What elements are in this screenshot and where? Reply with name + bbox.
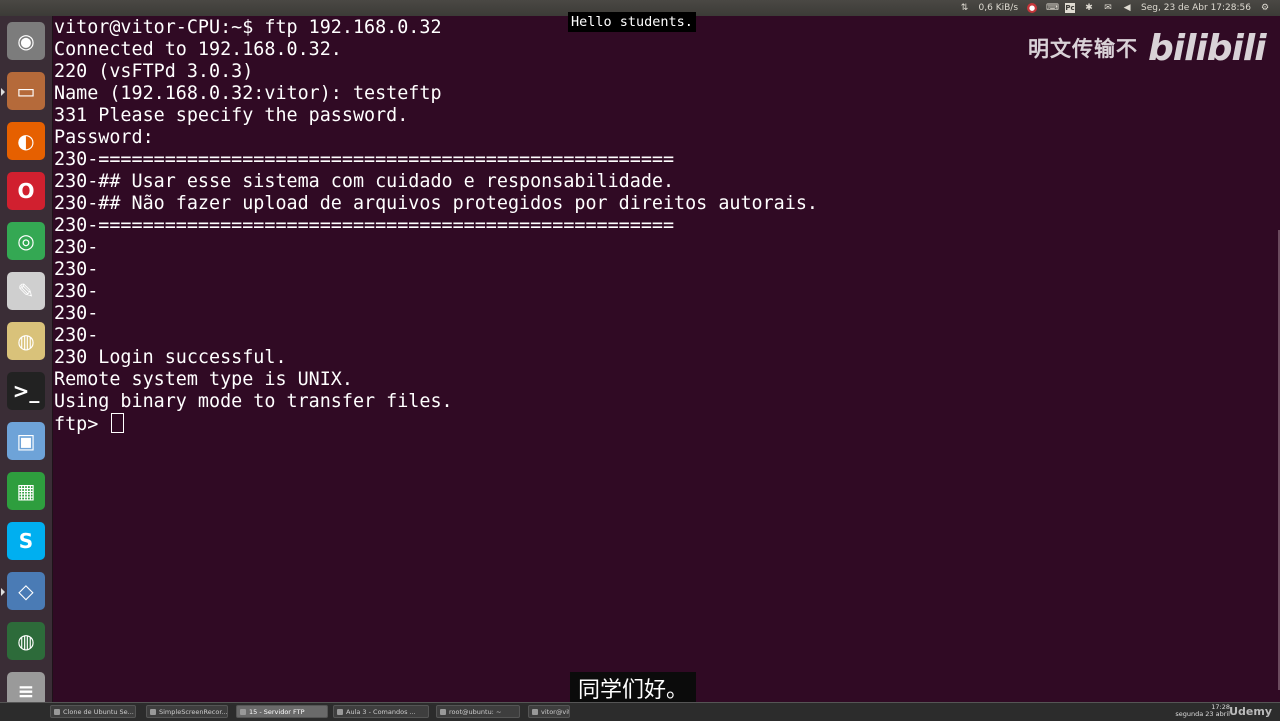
terminal-line: 230 Login successful. [54, 347, 287, 368]
volume-icon[interactable]: ◀ [1122, 3, 1132, 13]
taskbar-window-button[interactable]: 15 - Servidor FTP [236, 705, 328, 718]
launcher: ◉ ▭ ◐ O ◎ ✎ ◍ >_ ▣ ▦ S ◇ ◍ ≡ [0, 16, 53, 710]
ftp-prompt: ftp> [54, 414, 110, 435]
subtitle-english: Hello students. [568, 12, 696, 32]
text-editor-icon[interactable]: ✎ [5, 270, 47, 312]
terminal-icon[interactable]: >_ [5, 370, 47, 412]
terminal-line: 230- [54, 237, 99, 258]
clock[interactable]: Seg, 23 de Abr 17:28:56 [1141, 0, 1251, 16]
terminal-line: 230-## Não fazer upload de arquivos prot… [54, 193, 818, 214]
running-indicator [1, 88, 5, 96]
terminal-line: 230- [54, 281, 99, 302]
taskbar-window-button[interactable]: root@ubuntu: ~ [436, 705, 520, 718]
terminal-line: 230- [54, 325, 99, 346]
pc-indicator-icon[interactable]: Pc [1065, 3, 1076, 13]
terminal-line: Remote system type is UNIX. [54, 369, 353, 390]
files-icon-glyph: ▭ [7, 72, 45, 110]
spreadsheet-icon-glyph: ▦ [7, 472, 45, 510]
record-icon[interactable]: ● [1027, 3, 1038, 13]
chrome-icon-glyph: ◎ [7, 222, 45, 260]
terminal-line: Password: [54, 127, 154, 148]
taskbar-window-button[interactable]: SimpleScreenRecor... [146, 705, 228, 718]
taskbar: 17:28 segunda 23 abril Udemy Clone de Ub… [0, 702, 1280, 721]
terminal-prompt-line[interactable]: ftp> [54, 413, 1264, 435]
speaker-icon[interactable]: ◍ [5, 320, 47, 362]
bilibili-logo: bilibili [1148, 27, 1267, 69]
terminal-line: Using binary mode to transfer files. [54, 391, 453, 412]
terminal-line: 230- [54, 303, 99, 324]
image-viewer-icon[interactable]: ▣ [5, 420, 47, 462]
terminal-output[interactable]: vitor@vitor-CPU:~$ ftp 192.168.0.32 Conne… [54, 17, 1264, 697]
firefox-icon-glyph: ◐ [7, 122, 45, 160]
keyboard-icon[interactable]: ⌨ [1046, 3, 1059, 13]
spreadsheet-icon[interactable]: ▦ [5, 470, 47, 512]
text-cursor [111, 413, 125, 433]
taskbar-window-button[interactable]: Clone de Ubuntu Se... [50, 705, 136, 718]
net-speed: 0,6 KiB/s [978, 3, 1019, 13]
system-tray: ⇅ 0,6 KiB/s ● ⌨ Pc ✱ ✉ ◀ Seg, 23 de Abr … [960, 0, 1270, 16]
terminal-line: Name (192.168.0.32:vitor): testeftp [54, 83, 442, 104]
speaker-icon-glyph: ◍ [7, 322, 45, 360]
skype-icon[interactable]: S [5, 520, 47, 562]
bluetooth-icon[interactable]: ✱ [1084, 3, 1094, 13]
terminal-line: 230-====================================… [54, 215, 675, 236]
opera-icon[interactable]: O [5, 170, 47, 212]
chrome-icon[interactable]: ◎ [5, 220, 47, 262]
terminal-line: 230- [54, 259, 99, 280]
files-icon[interactable]: ▭ [1, 70, 47, 112]
watermark-text: 明文传输不 [1028, 37, 1138, 61]
opera-icon-glyph: O [7, 172, 45, 210]
watermark: 明文传输不 bilibili [1028, 24, 1267, 72]
virtualbox-icon[interactable]: ◇ [1, 570, 47, 612]
running-indicator [1, 588, 5, 596]
terminal-line: 230-====================================… [54, 149, 675, 170]
terminal-line: 331 Please specify the password. [54, 105, 409, 126]
image-viewer-icon-glyph: ▣ [7, 422, 45, 460]
taskbar-window-button[interactable]: Aula 3 - Comandos ... [333, 705, 429, 718]
virtualbox-icon-glyph: ◇ [7, 572, 45, 610]
skype-icon-glyph: S [7, 522, 45, 560]
globe-icon-glyph: ◍ [7, 622, 45, 660]
globe-icon[interactable]: ◍ [5, 620, 47, 662]
taskbar-window-button[interactable]: vitor@vit... [528, 705, 570, 718]
dash-home-icon-glyph: ◉ [7, 22, 45, 60]
gear-icon[interactable]: ⚙ [1260, 3, 1270, 13]
text-editor-icon-glyph: ✎ [7, 272, 45, 310]
dash-home-icon[interactable]: ◉ [5, 20, 47, 62]
udemy-logo: Udemy [1229, 705, 1272, 718]
transfer-arrows-icon[interactable]: ⇅ [960, 3, 970, 13]
taskbar-clock: 17:28 segunda 23 abril [1175, 703, 1230, 718]
mail-icon[interactable]: ✉ [1103, 3, 1113, 13]
terminal-line: 230-## Usar esse sistema com cuidado e r… [54, 171, 675, 192]
firefox-icon[interactable]: ◐ [5, 120, 47, 162]
terminal-icon-glyph: >_ [7, 372, 45, 410]
